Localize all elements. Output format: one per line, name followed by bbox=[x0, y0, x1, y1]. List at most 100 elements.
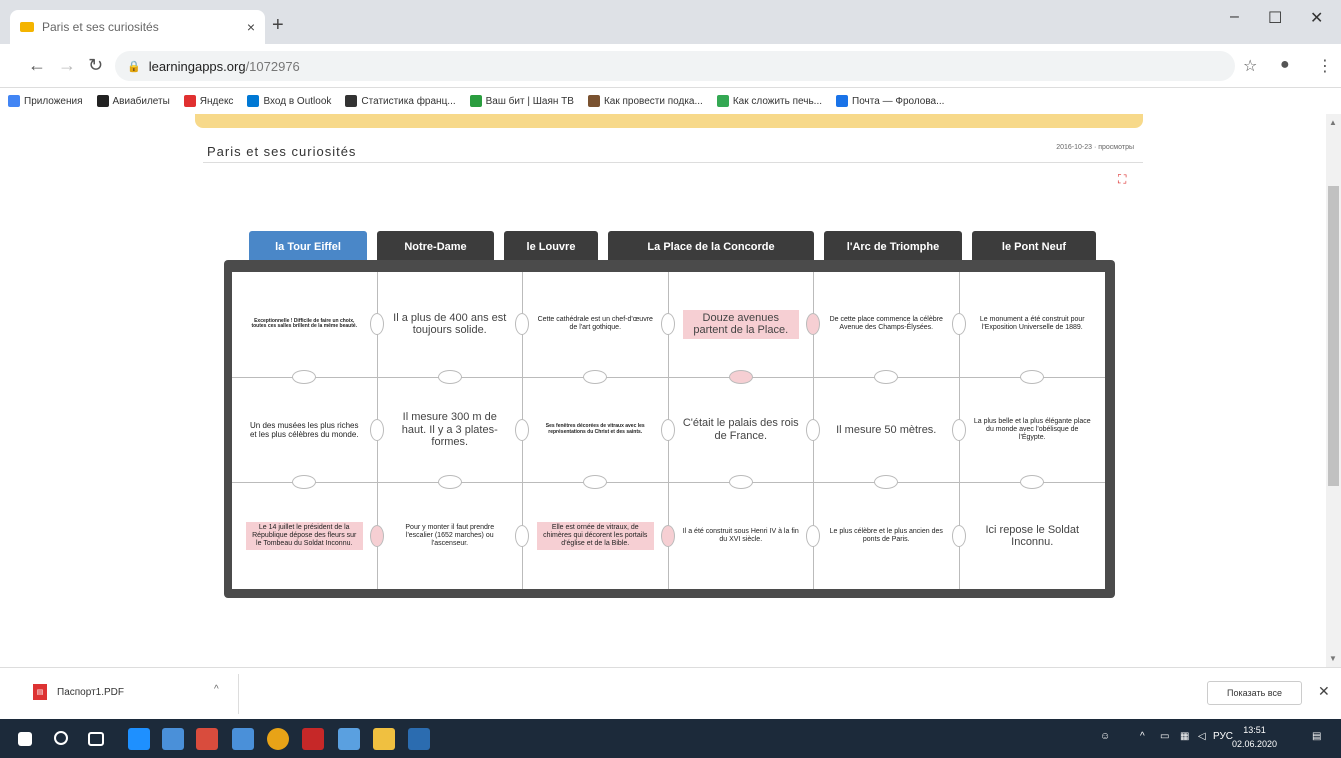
clock[interactable]: 13:51 02.06.2020 bbox=[1232, 724, 1277, 751]
puzzle-piece-text: Douze avenues partent de la Place. bbox=[682, 309, 799, 339]
profile-icon[interactable]: ● bbox=[1280, 56, 1290, 74]
scroll-down-icon[interactable]: ▼ bbox=[1329, 654, 1337, 663]
puzzle-piece-text: Le plus célèbre et le plus ancien des po… bbox=[829, 528, 943, 544]
edge-icon[interactable] bbox=[128, 728, 150, 750]
puzzle-connector bbox=[660, 313, 675, 336]
acrobat-icon[interactable] bbox=[302, 728, 324, 750]
bookmark-item[interactable]: Ваш бит | Шаян ТВ bbox=[469, 95, 574, 107]
address-bar[interactable]: 🔒 learningapps.org/1072976 bbox=[115, 51, 1235, 81]
puzzle-connector bbox=[369, 313, 384, 336]
bookmark-icon bbox=[716, 95, 729, 107]
puzzle-connector bbox=[951, 525, 966, 548]
bookmark-item[interactable]: Вход в Outlook bbox=[247, 95, 331, 107]
puzzle-tab[interactable]: la Tour Eiffel bbox=[249, 231, 367, 263]
search-icon[interactable] bbox=[54, 731, 68, 745]
bookmark-item[interactable]: Авиабилеты bbox=[96, 95, 170, 107]
bookmark-item[interactable]: Как сложить печь... bbox=[716, 95, 823, 107]
puzzle-piece-text: Il mesure 50 mètres. bbox=[836, 423, 937, 436]
puzzle-piece[interactable]: Le plus célèbre et le plus ancien des po… bbox=[814, 483, 966, 589]
clock-time: 13:51 bbox=[1243, 725, 1266, 735]
yandex-icon[interactable] bbox=[196, 728, 218, 750]
file-explorer-icon[interactable] bbox=[373, 728, 395, 750]
word-icon[interactable] bbox=[408, 728, 430, 750]
battery-icon[interactable]: ▭ bbox=[1160, 731, 1169, 742]
fullscreen-icon[interactable]: ⛶ bbox=[1118, 172, 1126, 187]
volume-icon[interactable]: ◁ bbox=[1198, 731, 1206, 742]
puzzle-piece[interactable]: Il a plus de 400 ans est toujours solide… bbox=[377, 272, 529, 384]
puzzle-tab[interactable]: le Pont Neuf bbox=[972, 231, 1096, 263]
tray-chevron-icon[interactable]: ^ bbox=[1140, 731, 1145, 742]
close-window-button[interactable]: ✕ bbox=[1310, 8, 1323, 28]
puzzle-connector bbox=[874, 369, 899, 384]
puzzle-tab[interactable]: le Louvre bbox=[504, 231, 598, 263]
scrollbar[interactable]: ▲ ▼ bbox=[1326, 114, 1341, 667]
bookmark-label: Авиабилеты bbox=[112, 95, 170, 107]
browser-tab[interactable]: Paris et ses curiosités × bbox=[10, 10, 265, 44]
new-tab-button[interactable]: + bbox=[272, 14, 284, 37]
people-icon[interactable]: ☺ bbox=[1100, 731, 1110, 742]
show-all-button[interactable]: Показать все bbox=[1207, 681, 1302, 705]
scroll-up-icon[interactable]: ▲ bbox=[1329, 118, 1337, 127]
puzzle-piece[interactable]: Il a été construit sous Henri IV à la fi… bbox=[669, 483, 820, 589]
chevron-up-icon[interactable]: ^ bbox=[214, 684, 219, 695]
puzzle-piece[interactable]: Douze avenues partent de la Place. bbox=[668, 272, 820, 384]
menu-dots-icon[interactable]: ⋮ bbox=[1317, 56, 1333, 76]
photos-icon[interactable] bbox=[232, 728, 254, 750]
puzzle-connector bbox=[806, 525, 820, 548]
lock-icon: 🔒 bbox=[127, 60, 141, 73]
bookmark-label: Как сложить печь... bbox=[732, 95, 823, 107]
bookmark-item[interactable]: Почта — Фролова... bbox=[836, 95, 944, 107]
puzzle-piece-text: C'était le palais des rois de France. bbox=[682, 417, 799, 442]
puzzle-tab[interactable]: Notre-Dame bbox=[377, 231, 494, 263]
chrome-icon[interactable] bbox=[267, 728, 289, 750]
close-shelf-icon[interactable]: ✕ bbox=[1318, 683, 1330, 700]
mail-icon[interactable] bbox=[162, 728, 184, 750]
puzzle-piece[interactable]: Elle est ornée de vitraux, de chimères q… bbox=[523, 483, 675, 589]
bookmark-item[interactable]: Яндекс bbox=[183, 95, 233, 107]
tab-close-icon[interactable]: × bbox=[247, 19, 255, 35]
puzzle-piece[interactable]: De cette place commence la célèbre Avenu… bbox=[814, 272, 966, 384]
puzzle-piece-text: Elle est ornée de vitraux, de chimères q… bbox=[537, 522, 654, 551]
puzzle-piece[interactable]: Un des musées les plus riches et les plu… bbox=[232, 377, 384, 490]
divider bbox=[203, 162, 1143, 163]
star-icon[interactable]: ☆ bbox=[1243, 56, 1257, 76]
puzzle-connector bbox=[437, 369, 462, 384]
maximize-button[interactable]: ☐ bbox=[1268, 8, 1282, 28]
network-icon[interactable]: ▦ bbox=[1180, 731, 1189, 742]
puzzle-piece[interactable]: Le 14 juillet le président de la Républi… bbox=[232, 483, 384, 589]
puzzle-tab[interactable]: l'Arc de Triomphe bbox=[824, 231, 962, 263]
bookmark-item[interactable]: Как провести подка... bbox=[587, 95, 703, 107]
puzzle-connector bbox=[583, 369, 608, 384]
windows-start-icon[interactable] bbox=[18, 732, 32, 746]
minimize-button[interactable]: – bbox=[1230, 8, 1239, 26]
task-view-icon[interactable] bbox=[88, 732, 104, 746]
bookmark-icon bbox=[96, 95, 109, 107]
puzzle-connector bbox=[292, 369, 317, 384]
puzzle-piece[interactable]: Pour y monter il faut prendre l'escalier… bbox=[378, 483, 529, 589]
forward-arrow-icon[interactable]: → bbox=[58, 55, 76, 76]
puzzle-piece-text: Cette cathédrale est un chef-d'œuvre de … bbox=[537, 316, 653, 332]
puzzle-tab[interactable]: La Place de la Concorde bbox=[608, 231, 814, 263]
puzzle-connector bbox=[1020, 369, 1045, 384]
puzzle-piece[interactable]: Ici repose le Soldat Inconnu. bbox=[960, 483, 1106, 589]
bookmark-item[interactable]: Статистика франц... bbox=[345, 95, 456, 107]
scroll-thumb[interactable] bbox=[1328, 186, 1339, 486]
download-item[interactable]: ▤ Паспорт1.PDF bbox=[33, 684, 124, 700]
puzzle-grid: Exceptionnelle ! Difficile de faire un c… bbox=[232, 272, 1105, 589]
puzzle-piece[interactable]: La plus belle et la plus élégante place … bbox=[959, 378, 1105, 490]
puzzle-piece[interactable]: C'était le palais des rois de France. bbox=[668, 377, 820, 490]
puzzle-piece[interactable]: Il mesure 300 m de haut. Il y a 3 plates… bbox=[377, 377, 529, 490]
notifications-icon[interactable]: ▤ bbox=[1312, 731, 1321, 742]
puzzle-piece[interactable]: Cette cathédrale est un chef-d'œuvre de … bbox=[523, 272, 675, 384]
puzzle-piece[interactable]: Exceptionnelle ! Difficile de faire un c… bbox=[232, 272, 384, 384]
bookmark-item[interactable]: Приложения bbox=[8, 95, 83, 107]
puzzle-piece-text: Exceptionnelle ! Difficile de faire un c… bbox=[251, 317, 358, 330]
puzzle-piece[interactable]: Ses fenêtres décorées de vitraux avec le… bbox=[523, 377, 675, 490]
pdf-icon: ▤ bbox=[33, 684, 47, 700]
puzzle-piece[interactable]: Il mesure 50 mètres. bbox=[814, 377, 966, 490]
puzzle-piece[interactable]: Le monument a été construit pour l'Expos… bbox=[959, 272, 1105, 384]
reload-icon[interactable]: ↻ bbox=[88, 55, 103, 76]
app-icon[interactable] bbox=[338, 728, 360, 750]
language-indicator[interactable]: РУС bbox=[1213, 731, 1233, 742]
back-arrow-icon[interactable]: ← bbox=[28, 55, 46, 76]
